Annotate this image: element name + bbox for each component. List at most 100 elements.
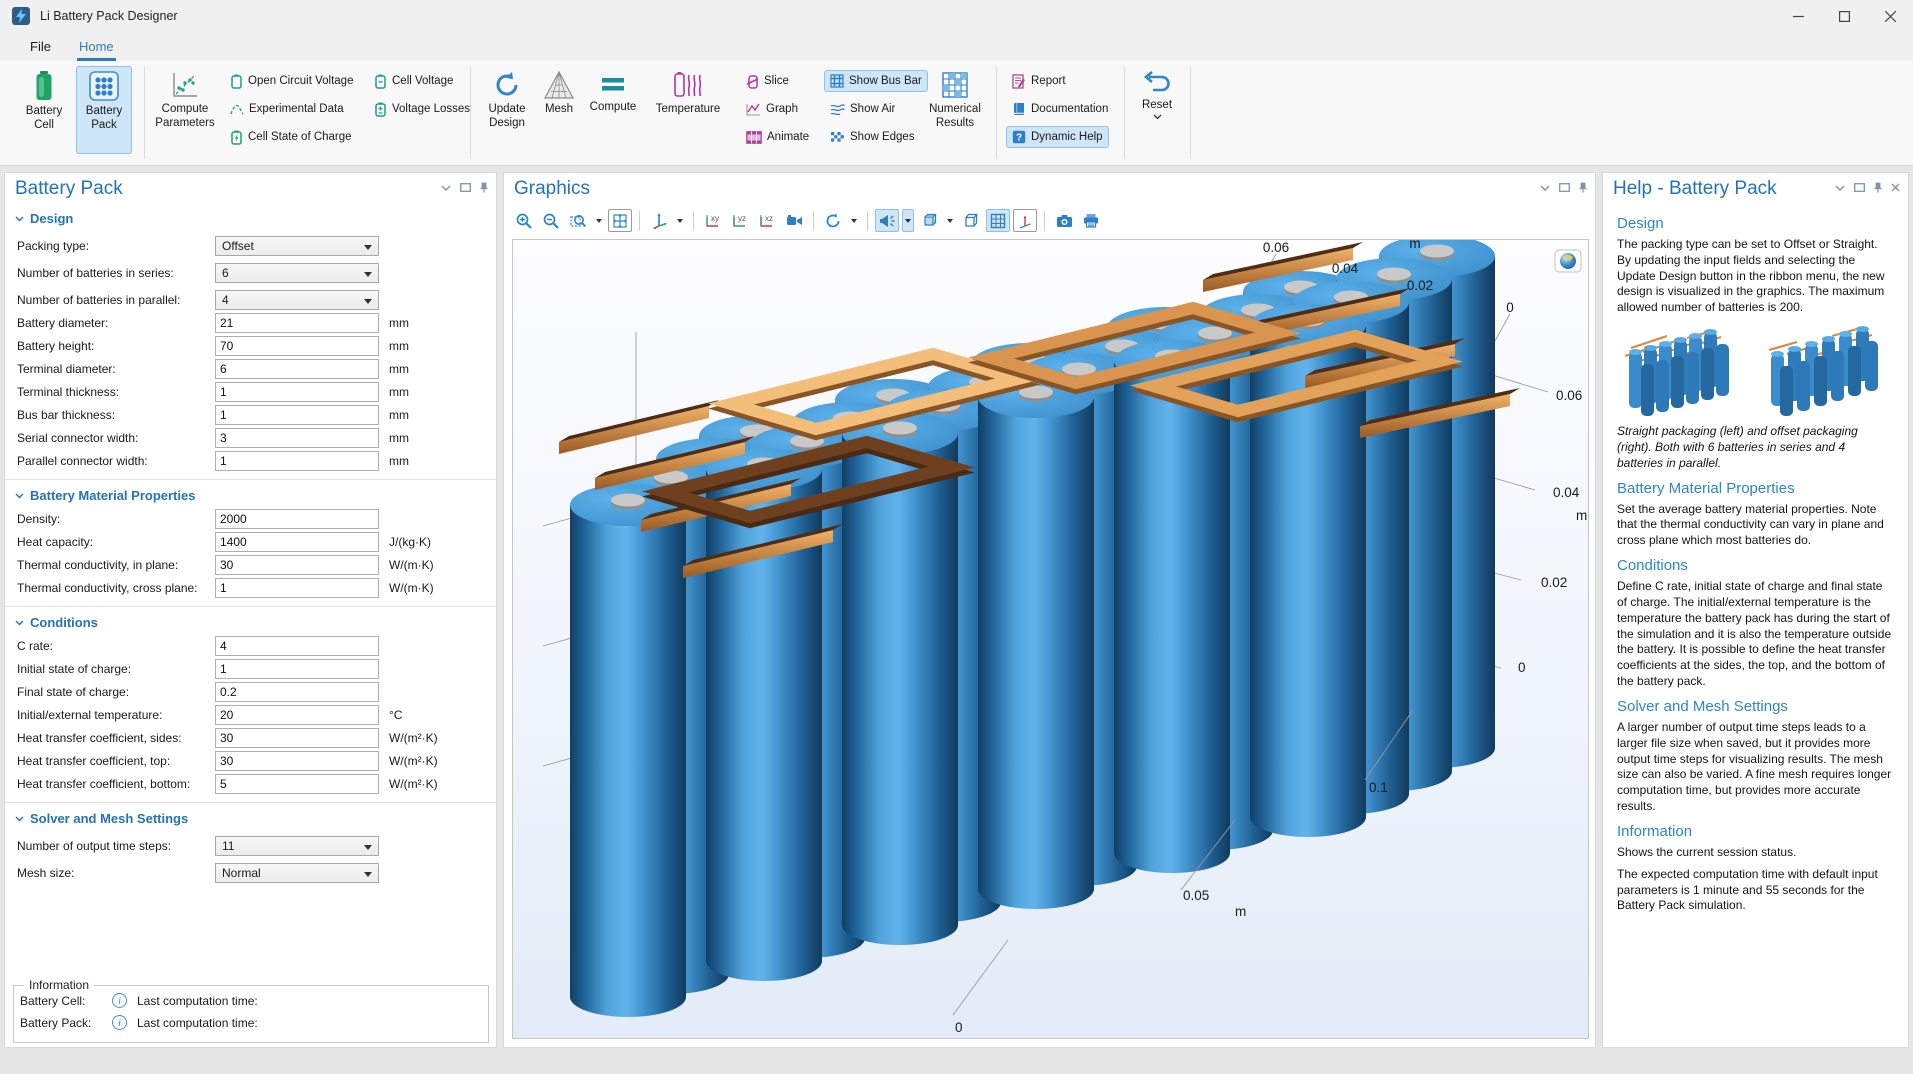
default-view-button[interactable] xyxy=(647,209,671,232)
zoom-box-button[interactable] xyxy=(566,209,590,232)
experimental-data-item[interactable]: Experimental Data xyxy=(224,98,350,120)
heat-capacity-input[interactable] xyxy=(215,532,379,552)
battery-height-input[interactable] xyxy=(215,336,379,356)
close-icon[interactable] xyxy=(1891,183,1900,192)
chevron-down-icon[interactable] xyxy=(1540,185,1550,191)
graphics-3d-view[interactable]: 0.06 0.04 m 0.02 0 0.06 0.04 m 0.02 0 0.… xyxy=(512,239,1589,1039)
float-panel-icon[interactable] xyxy=(1854,183,1865,192)
float-panel-icon[interactable] xyxy=(460,183,471,192)
zoom-in-button[interactable] xyxy=(512,209,536,232)
report-item[interactable]: Report xyxy=(1006,70,1072,92)
update-design-button[interactable]: UpdateDesign xyxy=(479,66,535,154)
open-circuit-voltage-item[interactable]: Open Circuit Voltage xyxy=(224,70,359,92)
mesh-button[interactable]: Mesh xyxy=(537,66,581,154)
bus-bar-thickness-input[interactable] xyxy=(215,405,379,425)
batteries-in-series-select[interactable]: 6 xyxy=(215,263,379,283)
mesh-size-select[interactable]: Normal xyxy=(215,863,379,883)
thermal-conductivity-cross-plane-input[interactable] xyxy=(215,578,379,598)
workspace: Battery Pack Design Packing type: Offset… xyxy=(0,166,1913,1074)
view-xz-button[interactable]: xz xyxy=(755,209,779,232)
heat-transfer-sides-input[interactable] xyxy=(215,728,379,748)
field-label: Number of batteries in parallel: xyxy=(17,293,215,307)
svg-text:xy: xy xyxy=(711,214,719,223)
pin-icon[interactable] xyxy=(1874,182,1882,193)
comsol-logo-button[interactable] xyxy=(1555,250,1581,272)
view-xy-button[interactable]: xy xyxy=(701,209,725,232)
battery-diameter-input[interactable] xyxy=(215,313,379,333)
initial-soc-input[interactable] xyxy=(215,659,379,679)
pin-icon[interactable] xyxy=(1579,182,1587,193)
show-edges-item[interactable]: Show Edges xyxy=(824,126,921,148)
zoom-extents-button[interactable] xyxy=(608,209,632,232)
compute-button[interactable]: Compute xyxy=(584,66,642,154)
grid-button[interactable] xyxy=(986,209,1010,232)
terminal-thickness-input[interactable] xyxy=(215,382,379,402)
compute-parameters-button[interactable]: ComputeParameters xyxy=(152,66,218,154)
temperature-icon xyxy=(673,71,703,99)
svg-text:m: m xyxy=(1409,240,1420,251)
print-button[interactable] xyxy=(1079,209,1103,232)
view-yz-button[interactable]: yz xyxy=(728,209,752,232)
slice-item[interactable]: Slice xyxy=(740,70,795,92)
scene-light-menu-caret[interactable] xyxy=(902,209,914,232)
menu-file[interactable]: File xyxy=(16,32,65,61)
section-header-solver[interactable]: Solver and Mesh Settings xyxy=(5,805,496,830)
serial-connector-width-input[interactable] xyxy=(215,428,379,448)
dynamic-help-item[interactable]: ? Dynamic Help xyxy=(1006,126,1109,148)
transparency-menu-caret[interactable] xyxy=(944,209,956,232)
chevron-down-icon[interactable] xyxy=(1835,185,1845,191)
field-label: Heat transfer coefficient, sides: xyxy=(17,731,215,745)
documentation-item[interactable]: Documentation xyxy=(1006,98,1114,120)
rotate-menu-caret[interactable] xyxy=(848,209,860,232)
default-view-menu-caret[interactable] xyxy=(674,209,686,232)
scene-light-button[interactable] xyxy=(875,209,899,232)
cell-voltage-item[interactable]: Cell Voltage xyxy=(368,70,459,92)
parallel-connector-width-input[interactable] xyxy=(215,451,379,471)
show-air-item[interactable]: Show Air xyxy=(824,98,901,120)
thermal-conductivity-in-plane-input[interactable] xyxy=(215,555,379,575)
output-time-steps-select[interactable]: 11 xyxy=(215,836,379,856)
battery-pack-nav-button[interactable]: BatteryPack xyxy=(76,66,132,154)
rotate-button[interactable] xyxy=(821,209,845,232)
axis-indicator-button[interactable] xyxy=(1013,209,1037,232)
menu-home[interactable]: Home xyxy=(65,32,128,61)
reset-button[interactable]: Reset xyxy=(1132,66,1182,154)
heat-transfer-top-input[interactable] xyxy=(215,751,379,771)
section-header-material[interactable]: Battery Material Properties xyxy=(5,482,496,507)
packing-type-select[interactable]: Offset xyxy=(215,236,379,256)
zoom-box-menu-caret[interactable] xyxy=(593,209,605,232)
section-header-conditions[interactable]: Conditions xyxy=(5,609,496,634)
pin-icon[interactable] xyxy=(480,182,488,193)
heat-transfer-bottom-input[interactable] xyxy=(215,774,379,794)
battery-cell-nav-button[interactable]: BatteryCell xyxy=(16,66,72,154)
cell-state-of-charge-item[interactable]: Cell State of Charge xyxy=(224,126,358,148)
c-rate-input[interactable] xyxy=(215,636,379,656)
batteries-in-parallel-select[interactable]: 4 xyxy=(215,290,379,310)
graph-item[interactable]: Graph xyxy=(740,98,804,120)
initial-external-temperature-input[interactable] xyxy=(215,705,379,725)
close-button[interactable] xyxy=(1867,0,1913,32)
show-bus-bar-item[interactable]: Show Bus Bar xyxy=(824,70,928,92)
temperature-button[interactable]: Temperature xyxy=(648,66,728,154)
voltage-losses-item[interactable]: Voltage Losses xyxy=(368,98,476,120)
chevron-down-icon[interactable] xyxy=(441,185,451,191)
animate-item[interactable]: Animate xyxy=(740,126,815,148)
maximize-button[interactable] xyxy=(1821,0,1867,32)
info-icon[interactable] xyxy=(112,1015,127,1030)
chevron-down-icon xyxy=(364,272,372,277)
minimize-button[interactable] xyxy=(1775,0,1821,32)
camera-view-button[interactable] xyxy=(782,209,806,232)
final-soc-input[interactable] xyxy=(215,682,379,702)
zoom-out-button[interactable] xyxy=(539,209,563,232)
info-icon[interactable] xyxy=(112,993,127,1008)
transparency-button[interactable] xyxy=(917,209,941,232)
density-input[interactable] xyxy=(215,509,379,529)
numerical-results-button[interactable]: NumericalResults xyxy=(924,66,986,154)
terminal-diameter-input[interactable] xyxy=(215,359,379,379)
graphics-panel: Graphics xy yz xz xyxy=(503,172,1596,1048)
snapshot-button[interactable] xyxy=(1052,209,1076,232)
help-heading-solver: Solver and Mesh Settings xyxy=(1617,698,1894,715)
wireframe-button[interactable] xyxy=(959,209,983,232)
float-panel-icon[interactable] xyxy=(1559,183,1570,192)
section-header-design[interactable]: Design xyxy=(5,205,496,230)
